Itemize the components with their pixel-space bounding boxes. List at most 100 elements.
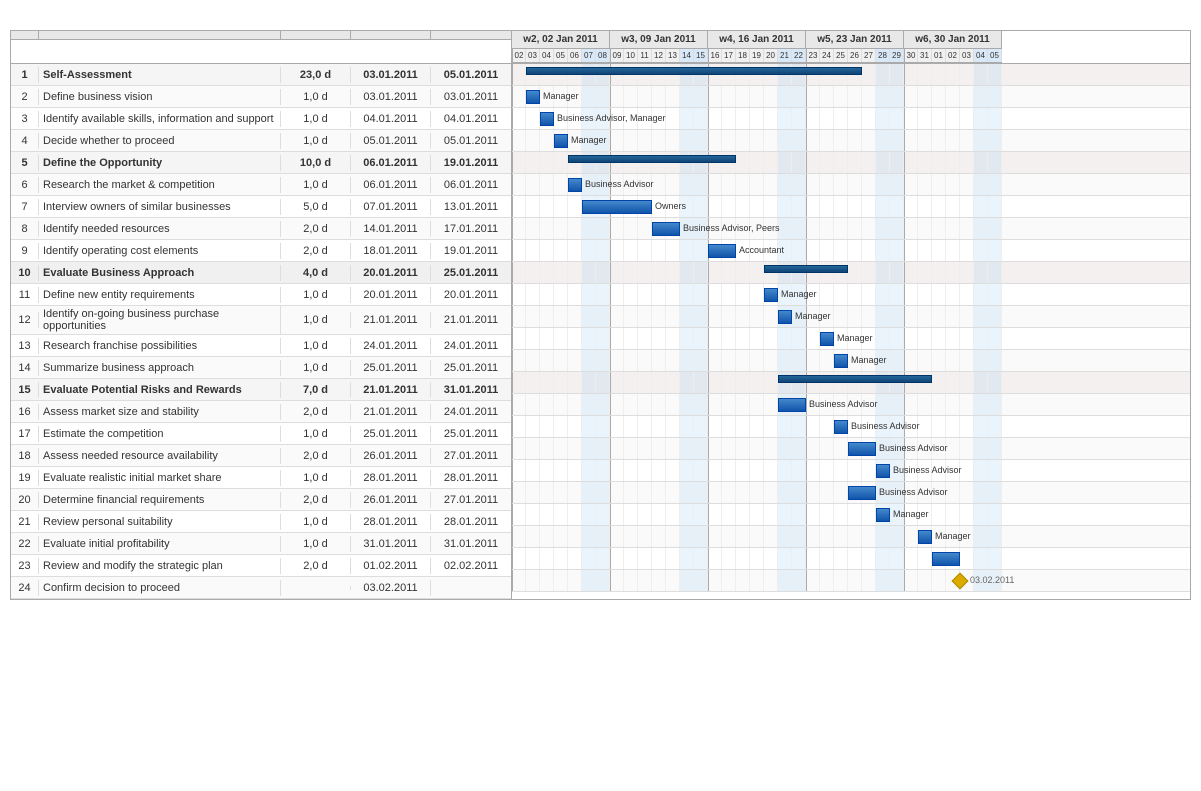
day-cell-34: 05 — [988, 49, 1002, 62]
task-name-19: Evaluate realistic initial market share — [39, 470, 281, 486]
task-name-5: Define the Opportunity — [39, 155, 281, 171]
task-num-7: 7 — [11, 199, 39, 215]
chart-row-24: 03.02.2011 — [512, 570, 1190, 592]
task-name-24: Confirm decision to proceed — [39, 580, 281, 596]
gantt-chart: w2, 02 Jan 2011w3, 09 Jan 2011w4, 16 Jan… — [10, 30, 1191, 600]
task-dur-19: 1,0 d — [281, 470, 351, 486]
task-dur-14: 1,0 d — [281, 360, 351, 376]
day-cell-29: 31 — [918, 49, 932, 62]
task-start-15: 21.01.2011 — [351, 382, 431, 398]
col-header-duration — [281, 31, 351, 39]
task-list: 1Self-Assessment23,0 d03.01.201105.01.20… — [11, 64, 511, 599]
task-row-20: 20Determine financial requirements2,0 d2… — [11, 489, 511, 511]
gantt-bar-23 — [932, 552, 960, 566]
gantt-bar-22 — [918, 530, 932, 544]
day-cell-15: 17 — [722, 49, 736, 62]
task-name-9: Identify operating cost elements — [39, 243, 281, 259]
gantt-bar-18 — [848, 442, 876, 456]
task-row-12: 12Identify on-going business purchase op… — [11, 306, 511, 335]
chart-row-5 — [512, 152, 1190, 174]
task-name-8: Identify needed resources — [39, 221, 281, 237]
day-cell-1: 03 — [526, 49, 540, 62]
task-start-14: 25.01.2011 — [351, 360, 431, 376]
day-cell-31: 02 — [946, 49, 960, 62]
task-dur-7: 5,0 d — [281, 199, 351, 215]
task-start-1: 03.01.2011 — [351, 67, 431, 83]
bar-label-18: Business Advisor — [879, 443, 948, 453]
chart-row-2: Manager — [512, 86, 1190, 108]
task-row-24: 24Confirm decision to proceed03.02.2011 — [11, 577, 511, 599]
day-cell-14: 16 — [708, 49, 722, 62]
task-row-5: 5Define the Opportunity10,0 d06.01.20111… — [11, 152, 511, 174]
chart-row-9: Accountant — [512, 240, 1190, 262]
task-row-1: 1Self-Assessment23,0 d03.01.201105.01.20… — [11, 64, 511, 86]
task-name-13: Research franchise possibilities — [39, 338, 281, 354]
bar-label-21: Manager — [893, 509, 929, 519]
gantt-bar-4 — [554, 134, 568, 148]
task-row-14: 14Summarize business approach1,0 d25.01.… — [11, 357, 511, 379]
task-finish-7: 13.01.2011 — [431, 199, 511, 215]
task-dur-10: 4,0 d — [281, 265, 351, 281]
task-finish-12: 21.01.2011 — [431, 312, 511, 328]
task-dur-18: 2,0 d — [281, 448, 351, 464]
left-panel-header — [11, 31, 511, 63]
task-dur-8: 2,0 d — [281, 221, 351, 237]
day-cell-12: 14 — [680, 49, 694, 62]
gantt-bar-19 — [876, 464, 890, 478]
week-label-0: w2, 02 Jan 2011 — [512, 31, 610, 48]
task-row-7: 7Interview owners of similar businesses5… — [11, 196, 511, 218]
task-num-21: 21 — [11, 514, 39, 530]
task-start-3: 04.01.2011 — [351, 111, 431, 127]
gantt-bar-13 — [820, 332, 834, 346]
gantt-bar-10 — [764, 265, 848, 273]
task-name-16: Assess market size and stability — [39, 404, 281, 420]
chart-row-3: Business Advisor, Manager — [512, 108, 1190, 130]
task-dur-9: 2,0 d — [281, 243, 351, 259]
task-row-18: 18Assess needed resource availability2,0… — [11, 445, 511, 467]
task-start-18: 26.01.2011 — [351, 448, 431, 464]
bar-label-2: Manager — [543, 91, 579, 101]
week-label-3: w5, 23 Jan 2011 — [806, 31, 904, 48]
gantt-bar-6 — [568, 178, 582, 192]
gantt-bar-5 — [568, 155, 736, 163]
task-finish-14: 25.01.2011 — [431, 360, 511, 376]
task-num-9: 9 — [11, 243, 39, 259]
bar-label-20: Business Advisor — [879, 487, 948, 497]
bar-label-3: Business Advisor, Manager — [557, 113, 666, 123]
task-row-17: 17Estimate the competition1,0 d25.01.201… — [11, 423, 511, 445]
task-row-21: 21Review personal suitability1,0 d28.01.… — [11, 511, 511, 533]
task-start-17: 25.01.2011 — [351, 426, 431, 442]
task-dur-5: 10,0 d — [281, 155, 351, 171]
task-num-22: 22 — [11, 536, 39, 552]
gantt-bar-8 — [652, 222, 680, 236]
day-cell-18: 20 — [764, 49, 778, 62]
task-start-13: 24.01.2011 — [351, 338, 431, 354]
task-row-3: 3Identify available skills, information … — [11, 108, 511, 130]
task-dur-17: 1,0 d — [281, 426, 351, 442]
bar-label-6: Business Advisor — [585, 179, 654, 189]
col-header-start — [351, 31, 431, 39]
task-row-8: 8Identify needed resources2,0 d14.01.201… — [11, 218, 511, 240]
gantt-bar-1 — [526, 67, 862, 75]
task-finish-16: 24.01.2011 — [431, 404, 511, 420]
chart-row-15 — [512, 372, 1190, 394]
task-start-16: 21.01.2011 — [351, 404, 431, 420]
bar-label-24: 03.02.2011 — [970, 575, 1014, 585]
gantt-header: w2, 02 Jan 2011w3, 09 Jan 2011w4, 16 Jan… — [11, 31, 1190, 64]
task-name-23: Review and modify the strategic plan — [39, 558, 281, 574]
bar-label-4: Manager — [571, 135, 607, 145]
task-start-9: 18.01.2011 — [351, 243, 431, 259]
task-num-11: 11 — [11, 287, 39, 303]
week-header: w2, 02 Jan 2011w3, 09 Jan 2011w4, 16 Jan… — [512, 31, 1002, 49]
day-cell-9: 11 — [638, 49, 652, 62]
task-dur-24 — [281, 586, 351, 590]
day-cell-19: 21 — [778, 49, 792, 62]
day-cell-23: 25 — [834, 49, 848, 62]
task-finish-15: 31.01.2011 — [431, 382, 511, 398]
bar-label-12: Manager — [795, 311, 831, 321]
task-name-14: Summarize business approach — [39, 360, 281, 376]
day-cell-24: 26 — [848, 49, 862, 62]
chart-row-16: Business Advisor — [512, 394, 1190, 416]
task-start-6: 06.01.2011 — [351, 177, 431, 193]
day-cell-17: 19 — [750, 49, 764, 62]
